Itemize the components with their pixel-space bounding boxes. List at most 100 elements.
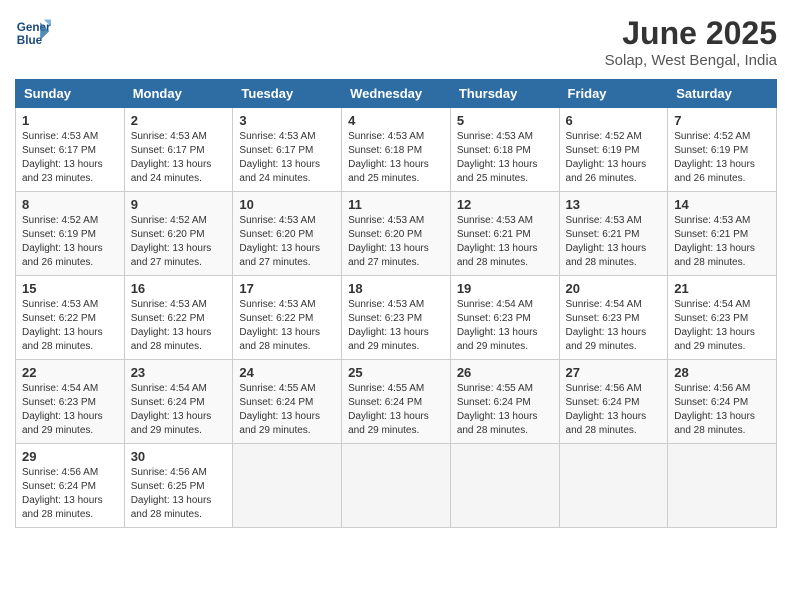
day-number: 6 — [566, 113, 662, 128]
calendar-cell: 4 Sunrise: 4:53 AM Sunset: 6:18 PM Dayli… — [342, 108, 451, 192]
cell-content: Sunrise: 4:53 AM Sunset: 6:22 PM Dayligh… — [131, 298, 227, 354]
calendar-cell: 20 Sunrise: 4:54 AM Sunset: 6:23 PM Dayl… — [559, 276, 668, 360]
calendar-cell: 2 Sunrise: 4:53 AM Sunset: 6:17 PM Dayli… — [124, 108, 233, 192]
cell-content: Sunrise: 4:53 AM Sunset: 6:22 PM Dayligh… — [239, 298, 335, 354]
cell-content: Sunrise: 4:56 AM Sunset: 6:24 PM Dayligh… — [566, 382, 662, 438]
day-number: 20 — [566, 281, 662, 296]
calendar-cell: 18 Sunrise: 4:53 AM Sunset: 6:23 PM Dayl… — [342, 276, 451, 360]
cell-content: Sunrise: 4:54 AM Sunset: 6:24 PM Dayligh… — [131, 382, 227, 438]
day-number: 4 — [348, 113, 444, 128]
calendar-cell — [668, 444, 777, 528]
day-number: 13 — [566, 197, 662, 212]
day-number: 1 — [22, 113, 118, 128]
cell-content: Sunrise: 4:56 AM Sunset: 6:24 PM Dayligh… — [674, 382, 770, 438]
col-friday: Friday — [559, 80, 668, 108]
week-row-2: 8 Sunrise: 4:52 AM Sunset: 6:19 PM Dayli… — [16, 192, 777, 276]
calendar-cell — [233, 444, 342, 528]
calendar-cell: 16 Sunrise: 4:53 AM Sunset: 6:22 PM Dayl… — [124, 276, 233, 360]
calendar-cell: 22 Sunrise: 4:54 AM Sunset: 6:23 PM Dayl… — [16, 360, 125, 444]
calendar-cell: 10 Sunrise: 4:53 AM Sunset: 6:20 PM Dayl… — [233, 192, 342, 276]
week-row-5: 29 Sunrise: 4:56 AM Sunset: 6:24 PM Dayl… — [16, 444, 777, 528]
day-number: 23 — [131, 365, 227, 380]
page-header: General Blue June 2025 Solap, West Benga… — [15, 15, 777, 69]
cell-content: Sunrise: 4:55 AM Sunset: 6:24 PM Dayligh… — [348, 382, 444, 438]
calendar-cell: 24 Sunrise: 4:55 AM Sunset: 6:24 PM Dayl… — [233, 360, 342, 444]
calendar-cell: 27 Sunrise: 4:56 AM Sunset: 6:24 PM Dayl… — [559, 360, 668, 444]
calendar-cell: 11 Sunrise: 4:53 AM Sunset: 6:20 PM Dayl… — [342, 192, 451, 276]
col-sunday: Sunday — [16, 80, 125, 108]
day-number: 19 — [457, 281, 553, 296]
calendar-cell: 25 Sunrise: 4:55 AM Sunset: 6:24 PM Dayl… — [342, 360, 451, 444]
day-number: 14 — [674, 197, 770, 212]
logo-icon: General Blue — [15, 15, 51, 51]
cell-content: Sunrise: 4:53 AM Sunset: 6:17 PM Dayligh… — [131, 130, 227, 186]
cell-content: Sunrise: 4:53 AM Sunset: 6:17 PM Dayligh… — [22, 130, 118, 186]
cell-content: Sunrise: 4:53 AM Sunset: 6:17 PM Dayligh… — [239, 130, 335, 186]
day-number: 25 — [348, 365, 444, 380]
calendar-cell: 8 Sunrise: 4:52 AM Sunset: 6:19 PM Dayli… — [16, 192, 125, 276]
day-number: 22 — [22, 365, 118, 380]
day-number: 11 — [348, 197, 444, 212]
svg-text:Blue: Blue — [17, 34, 43, 47]
day-number: 3 — [239, 113, 335, 128]
week-row-4: 22 Sunrise: 4:54 AM Sunset: 6:23 PM Dayl… — [16, 360, 777, 444]
day-number: 17 — [239, 281, 335, 296]
calendar-cell: 30 Sunrise: 4:56 AM Sunset: 6:25 PM Dayl… — [124, 444, 233, 528]
logo: General Blue — [15, 15, 51, 51]
week-row-1: 1 Sunrise: 4:53 AM Sunset: 6:17 PM Dayli… — [16, 108, 777, 192]
cell-content: Sunrise: 4:53 AM Sunset: 6:21 PM Dayligh… — [566, 214, 662, 270]
month-title: June 2025 — [605, 15, 777, 52]
col-tuesday: Tuesday — [233, 80, 342, 108]
calendar-cell — [450, 444, 559, 528]
day-number: 21 — [674, 281, 770, 296]
location: Solap, West Bengal, India — [605, 52, 777, 69]
day-number: 28 — [674, 365, 770, 380]
day-number: 12 — [457, 197, 553, 212]
cell-content: Sunrise: 4:53 AM Sunset: 6:18 PM Dayligh… — [457, 130, 553, 186]
col-saturday: Saturday — [668, 80, 777, 108]
calendar-cell: 14 Sunrise: 4:53 AM Sunset: 6:21 PM Dayl… — [668, 192, 777, 276]
cell-content: Sunrise: 4:52 AM Sunset: 6:19 PM Dayligh… — [22, 214, 118, 270]
col-wednesday: Wednesday — [342, 80, 451, 108]
cell-content: Sunrise: 4:53 AM Sunset: 6:20 PM Dayligh… — [348, 214, 444, 270]
cell-content: Sunrise: 4:54 AM Sunset: 6:23 PM Dayligh… — [566, 298, 662, 354]
calendar-cell: 29 Sunrise: 4:56 AM Sunset: 6:24 PM Dayl… — [16, 444, 125, 528]
cell-content: Sunrise: 4:53 AM Sunset: 6:20 PM Dayligh… — [239, 214, 335, 270]
cell-content: Sunrise: 4:52 AM Sunset: 6:19 PM Dayligh… — [566, 130, 662, 186]
cell-content: Sunrise: 4:54 AM Sunset: 6:23 PM Dayligh… — [457, 298, 553, 354]
title-area: June 2025 Solap, West Bengal, India — [605, 15, 777, 69]
day-number: 30 — [131, 449, 227, 464]
day-number: 5 — [457, 113, 553, 128]
cell-content: Sunrise: 4:53 AM Sunset: 6:23 PM Dayligh… — [348, 298, 444, 354]
calendar-cell: 12 Sunrise: 4:53 AM Sunset: 6:21 PM Dayl… — [450, 192, 559, 276]
calendar-cell: 3 Sunrise: 4:53 AM Sunset: 6:17 PM Dayli… — [233, 108, 342, 192]
calendar-cell: 7 Sunrise: 4:52 AM Sunset: 6:19 PM Dayli… — [668, 108, 777, 192]
cell-content: Sunrise: 4:52 AM Sunset: 6:19 PM Dayligh… — [674, 130, 770, 186]
calendar-cell: 21 Sunrise: 4:54 AM Sunset: 6:23 PM Dayl… — [668, 276, 777, 360]
day-number: 8 — [22, 197, 118, 212]
calendar-cell — [559, 444, 668, 528]
day-number: 15 — [22, 281, 118, 296]
day-number: 26 — [457, 365, 553, 380]
day-number: 9 — [131, 197, 227, 212]
cell-content: Sunrise: 4:56 AM Sunset: 6:25 PM Dayligh… — [131, 466, 227, 522]
cell-content: Sunrise: 4:52 AM Sunset: 6:20 PM Dayligh… — [131, 214, 227, 270]
cell-content: Sunrise: 4:55 AM Sunset: 6:24 PM Dayligh… — [457, 382, 553, 438]
calendar-cell: 26 Sunrise: 4:55 AM Sunset: 6:24 PM Dayl… — [450, 360, 559, 444]
col-monday: Monday — [124, 80, 233, 108]
week-row-3: 15 Sunrise: 4:53 AM Sunset: 6:22 PM Dayl… — [16, 276, 777, 360]
calendar-cell: 13 Sunrise: 4:53 AM Sunset: 6:21 PM Dayl… — [559, 192, 668, 276]
day-number: 2 — [131, 113, 227, 128]
calendar-cell: 5 Sunrise: 4:53 AM Sunset: 6:18 PM Dayli… — [450, 108, 559, 192]
day-number: 24 — [239, 365, 335, 380]
calendar-cell: 15 Sunrise: 4:53 AM Sunset: 6:22 PM Dayl… — [16, 276, 125, 360]
header-row: Sunday Monday Tuesday Wednesday Thursday… — [16, 80, 777, 108]
day-number: 27 — [566, 365, 662, 380]
cell-content: Sunrise: 4:54 AM Sunset: 6:23 PM Dayligh… — [674, 298, 770, 354]
cell-content: Sunrise: 4:54 AM Sunset: 6:23 PM Dayligh… — [22, 382, 118, 438]
calendar-cell: 28 Sunrise: 4:56 AM Sunset: 6:24 PM Dayl… — [668, 360, 777, 444]
day-number: 18 — [348, 281, 444, 296]
calendar-table: Sunday Monday Tuesday Wednesday Thursday… — [15, 79, 777, 528]
cell-content: Sunrise: 4:53 AM Sunset: 6:22 PM Dayligh… — [22, 298, 118, 354]
calendar-cell: 1 Sunrise: 4:53 AM Sunset: 6:17 PM Dayli… — [16, 108, 125, 192]
